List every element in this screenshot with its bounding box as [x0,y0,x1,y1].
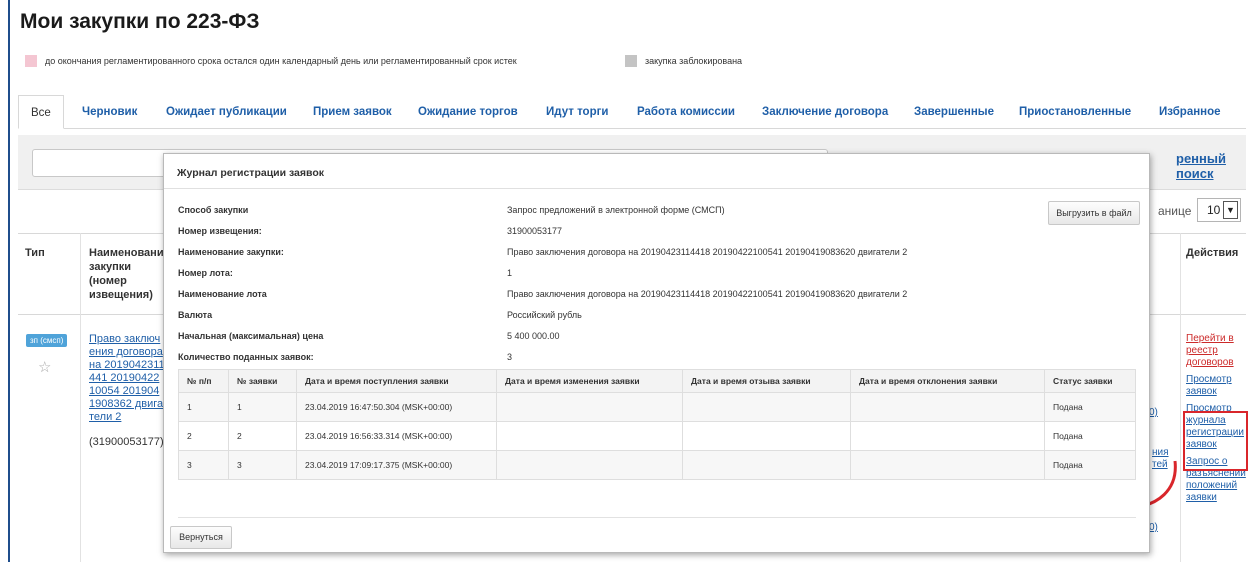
table-cell: 3 [228,450,297,480]
page: Мои закупки по 223-ФЗ до окончания регла… [0,0,1248,562]
table-cell: Подана [1044,421,1136,451]
star-icon[interactable]: ☆ [38,358,51,376]
table-cell [682,392,851,422]
per-page-select[interactable]: 10 ▼ [1197,198,1241,222]
info-value-notice-number: 31900053177 [507,226,563,236]
table-cell: 23.04.2019 17:09:17.375 (MSK+00:00) [296,450,497,480]
column-divider [80,233,81,562]
column-header-actions: Действия [1186,247,1239,259]
info-label-lot-number: Номер лота: [178,268,233,278]
info-label-method: Способ закупки [178,205,249,215]
tab-commission-work[interactable]: Работа комиссии [637,95,735,129]
tab-favorites[interactable]: Избранное [1159,95,1221,129]
column-header-name: Наименование закупки (номер извещения) [89,247,170,301]
procurement-number: (31900053177) [89,436,164,448]
per-page-label: анице [1158,204,1192,218]
info-label-initial-price: Начальная (максимальная) цена [178,331,324,341]
chevron-down-icon[interactable]: ▼ [1223,201,1238,219]
info-value-currency: Российский рубль [507,310,582,320]
table-cell [682,450,851,480]
table-cell [850,392,1045,422]
column-header: № п/п [178,369,229,393]
tab-bar: Все Черновик Ожидает публикации Прием за… [18,91,1246,129]
table-cell: Подана [1044,392,1136,422]
table-cell: Подана [1044,450,1136,480]
table-cell [496,450,683,480]
info-label-currency: Валюта [178,310,213,320]
table-cell: 3 [178,450,229,480]
underlay-fragment: 0) [1149,522,1158,533]
info-value-method: Запрос предложений в электронной форме (… [507,205,725,215]
info-value-lot-number: 1 [507,268,513,278]
table-row: 1 1 23.04.2019 16:47:50.304 (MSK+00:00) … [178,392,1136,422]
table-row: 3 3 23.04.2019 17:09:17.375 (MSK+00:00) … [178,450,1136,480]
column-header: Дата и время отзыва заявки [682,369,851,393]
action-view-bids[interactable]: Просмотр заявок [1186,374,1246,398]
table-cell: 23.04.2019 16:56:33.314 (MSK+00:00) [296,421,497,451]
info-value-bid-count: 3 [507,352,513,362]
advanced-search-link[interactable]: ренный поиск [1176,151,1246,181]
action-go-to-contracts-registry[interactable]: Перейти в реестр договоров [1186,333,1246,369]
column-header: Дата и время отклонения заявки [850,369,1045,393]
left-border [8,0,10,562]
bid-log-modal: Журнал регистрации заявок Выгрузить в фа… [163,153,1150,553]
info-label-notice-number: Номер извещения: [178,226,262,236]
legend-swatch [625,55,637,67]
tab-suspended[interactable]: Приостановленные [1019,95,1131,129]
info-value-initial-price: 5 400 000.00 [507,331,560,341]
page-title: Мои закупки по 223-ФЗ [20,10,260,33]
underlay-fragment: 0) [1149,407,1158,418]
column-header: Дата и время изменения заявки [496,369,683,393]
table-cell: 2 [178,421,229,451]
tab-draft[interactable]: Черновик [82,95,137,129]
table-cell [850,450,1045,480]
tab-awaiting-auction[interactable]: Ожидание торгов [418,95,518,129]
info-label-lot-name: Наименование лота [178,289,267,299]
column-header: № заявки [228,369,297,393]
tab-auction-running[interactable]: Идут торги [546,95,608,129]
column-header-type: Тип [25,247,45,259]
legend-label: до окончания регламентированного срока о… [45,56,517,66]
highlight-box [1183,411,1248,471]
legend-item-deadline: до окончания регламентированного срока о… [25,55,517,67]
column-divider [1180,233,1181,562]
table-cell: 2 [228,421,297,451]
table-cell: 1 [228,392,297,422]
per-page-value: 10 [1207,203,1221,217]
legend-swatch [25,55,37,67]
table-cell: 1 [178,392,229,422]
table-cell: 23.04.2019 16:47:50.304 (MSK+00:00) [296,392,497,422]
underlay-fragment: ния [1152,447,1169,458]
legend-item-blocked: закупка заблокирована [625,55,742,67]
modal-title: Журнал регистрации заявок [164,154,1149,189]
procurement-type-badge: зп (смсп) [26,334,68,347]
tab-awaiting-publication[interactable]: Ожидает публикации [166,95,287,129]
tab-all[interactable]: Все [18,95,64,129]
back-button[interactable]: Вернуться [170,526,232,549]
column-header: Статус заявки [1044,369,1136,393]
tab-accepting-bids[interactable]: Прием заявок [313,95,392,129]
table-cell [496,392,683,422]
info-value-procurement-name: Право заключения договора на 20190423114… [507,247,908,257]
table-cell [850,421,1045,451]
info-label-bid-count: Количество поданных заявок: [178,352,314,362]
bid-log-table: № п/п № заявки Дата и время поступления … [178,369,1136,480]
procurement-name-link[interactable]: Право заключения договора на 20190423114… [89,333,165,424]
info-value-lot-name: Право заключения договора на 20190423114… [507,289,908,299]
export-to-file-button[interactable]: Выгрузить в файл [1048,201,1140,225]
table-cell [682,421,851,451]
legend-label: закупка заблокирована [645,56,743,66]
table-cell [496,421,683,451]
info-label-procurement-name: Наименование закупки: [178,247,284,257]
tab-contract-conclusion[interactable]: Заключение договора [762,95,888,129]
tab-completed[interactable]: Завершенные [914,95,994,129]
table-header-row: № п/п № заявки Дата и время поступления … [178,369,1136,393]
column-header: Дата и время поступления заявки [296,369,497,393]
modal-divider [178,517,1136,518]
table-row: 2 2 23.04.2019 16:56:33.314 (MSK+00:00) … [178,421,1136,451]
